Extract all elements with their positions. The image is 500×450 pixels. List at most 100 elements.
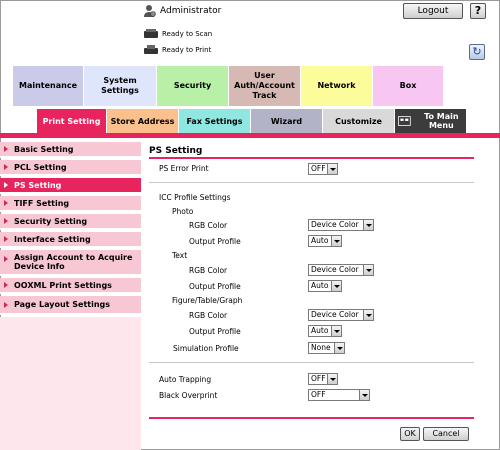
sidebar-item-tiff-setting[interactable]: TIFF Setting — [0, 196, 141, 212]
help-button[interactable]: ? — [470, 3, 486, 19]
refresh-icon: ↻ — [472, 45, 482, 58]
printer-icon — [144, 45, 158, 54]
ok-button[interactable]: OK — [400, 427, 420, 441]
chevron-down-icon — [331, 326, 341, 336]
sidebar-item-interface-setting[interactable]: Interface Setting — [0, 232, 141, 248]
chevron-down-icon — [363, 310, 373, 320]
sidebar-item-assign-account[interactable]: Assign Account to Acquire Device Info — [0, 250, 141, 276]
tab-system-settings[interactable]: System Settings — [84, 66, 156, 106]
black-overprint-label: Black Overprint — [159, 391, 218, 400]
select-value: Auto — [311, 281, 329, 290]
simulation-profile-select[interactable]: None — [308, 342, 345, 354]
tab-wizard[interactable]: Wizard — [251, 109, 322, 133]
administrator-icon — [144, 5, 156, 17]
tab-print-setting[interactable]: Print Setting — [37, 109, 106, 133]
sidebar-label: PS Setting — [14, 180, 62, 190]
logout-button[interactable]: Logout — [403, 3, 463, 19]
icc-profile-heading: ICC Profile Settings — [159, 193, 231, 202]
black-overprint-select[interactable]: OFF — [308, 389, 370, 401]
chevron-down-icon — [359, 390, 369, 400]
tab-to-main-menu[interactable]: To Main Menu — [395, 109, 466, 133]
sidebar-item-pcl-setting[interactable]: PCL Setting — [0, 160, 141, 176]
photo-output-select[interactable]: Auto — [308, 235, 342, 247]
chevron-down-icon — [331, 281, 341, 291]
select-value: OFF — [311, 390, 326, 399]
figure-output-label: Output Profile — [189, 327, 241, 336]
tab-box[interactable]: Box — [373, 66, 443, 106]
refresh-button[interactable]: ↻ — [469, 44, 485, 60]
tab-customize[interactable]: Customize — [323, 109, 394, 133]
main-menu-icon — [398, 116, 411, 126]
sidebar-item-ooxml-print[interactable]: OOXML Print Settings — [0, 278, 141, 294]
tab-network[interactable]: Network — [301, 66, 372, 106]
ps-error-print-select[interactable]: OFF — [308, 163, 338, 175]
ps-error-print-label: PS Error Print — [159, 164, 209, 173]
sidebar-item-basic-setting[interactable]: Basic Setting — [0, 142, 141, 158]
photo-rgb-select[interactable]: Device Color — [308, 219, 374, 231]
figure-output-select[interactable]: Auto — [308, 325, 342, 337]
footer-divider — [149, 417, 474, 419]
select-value: Device Color — [311, 220, 359, 229]
text-output-label: Output Profile — [189, 282, 241, 291]
tab-fax-settings[interactable]: Fax Settings — [179, 109, 250, 133]
chevron-down-icon — [334, 343, 344, 353]
scanner-icon — [144, 29, 158, 38]
sidebar-label: Basic Setting — [14, 144, 74, 154]
arrow-icon — [4, 218, 8, 224]
figure-rgb-select[interactable]: Device Color — [308, 309, 374, 321]
sidebar-label: TIFF Setting — [14, 198, 70, 208]
tab-user-auth[interactable]: User Auth/Account Track — [229, 66, 300, 106]
text-rgb-select[interactable]: Device Color — [308, 264, 374, 276]
text-output-select[interactable]: Auto — [308, 280, 342, 292]
sidebar-item-page-layout[interactable]: Page Layout Settings — [0, 296, 141, 315]
text-rgb-label: RGB Color — [189, 266, 228, 275]
tab-maintenance[interactable]: Maintenance — [13, 66, 83, 106]
select-value: Device Color — [311, 265, 359, 274]
main-menu-label: To Main Menu — [424, 112, 459, 130]
sidebar-label: Interface Setting — [14, 234, 91, 244]
auto-trapping-select[interactable]: OFF — [308, 373, 338, 385]
chevron-down-icon — [363, 220, 373, 230]
photo-output-label: Output Profile — [189, 237, 241, 246]
chevron-down-icon — [363, 265, 373, 275]
print-status-text: Ready to Print — [162, 46, 212, 54]
arrow-icon — [4, 301, 8, 308]
accent-bar — [0, 133, 500, 138]
page-title: PS Setting — [149, 146, 203, 156]
divider — [149, 182, 474, 183]
tab-store-address[interactable]: Store Address — [107, 109, 178, 133]
select-value: Auto — [311, 326, 329, 335]
arrow-icon — [4, 146, 8, 152]
arrow-icon — [4, 256, 8, 262]
select-value: Device Color — [311, 310, 359, 319]
cancel-button[interactable]: Cancel — [423, 427, 469, 441]
sidebar-label: Security Setting — [14, 216, 88, 226]
arrow-icon — [4, 236, 8, 242]
simulation-profile-label: Simulation Profile — [173, 344, 239, 353]
figure-heading: Figure/Table/Graph — [172, 296, 243, 305]
arrow-icon — [4, 200, 8, 206]
divider — [149, 362, 474, 363]
scan-status: Ready to Scan — [143, 28, 212, 40]
sidebar-label: OOXML Print Settings — [14, 280, 112, 290]
sidebar-label: Assign Account to Acquire Device Info — [14, 253, 133, 271]
print-status: Ready to Print — [143, 44, 211, 56]
figure-rgb-label: RGB Color — [189, 311, 228, 320]
sidebar-background — [0, 317, 141, 450]
arrow-icon — [4, 282, 8, 288]
chevron-down-icon — [331, 236, 341, 246]
select-value: None — [311, 343, 331, 352]
tab-security[interactable]: Security — [157, 66, 228, 106]
auto-trapping-label: Auto Trapping — [159, 375, 212, 384]
photo-rgb-label: RGB Color — [189, 221, 228, 230]
chevron-down-icon — [327, 374, 337, 384]
select-value: OFF — [311, 164, 326, 173]
sidebar-item-ps-setting[interactable]: PS Setting — [0, 178, 141, 194]
select-value: Auto — [311, 236, 329, 245]
select-value: OFF — [311, 374, 326, 383]
chevron-down-icon — [327, 164, 337, 174]
arrow-icon — [4, 182, 8, 188]
photo-heading: Photo — [172, 207, 194, 216]
sidebar-item-security-setting[interactable]: Security Setting — [0, 214, 141, 230]
user-name: Administrator — [160, 6, 222, 16]
